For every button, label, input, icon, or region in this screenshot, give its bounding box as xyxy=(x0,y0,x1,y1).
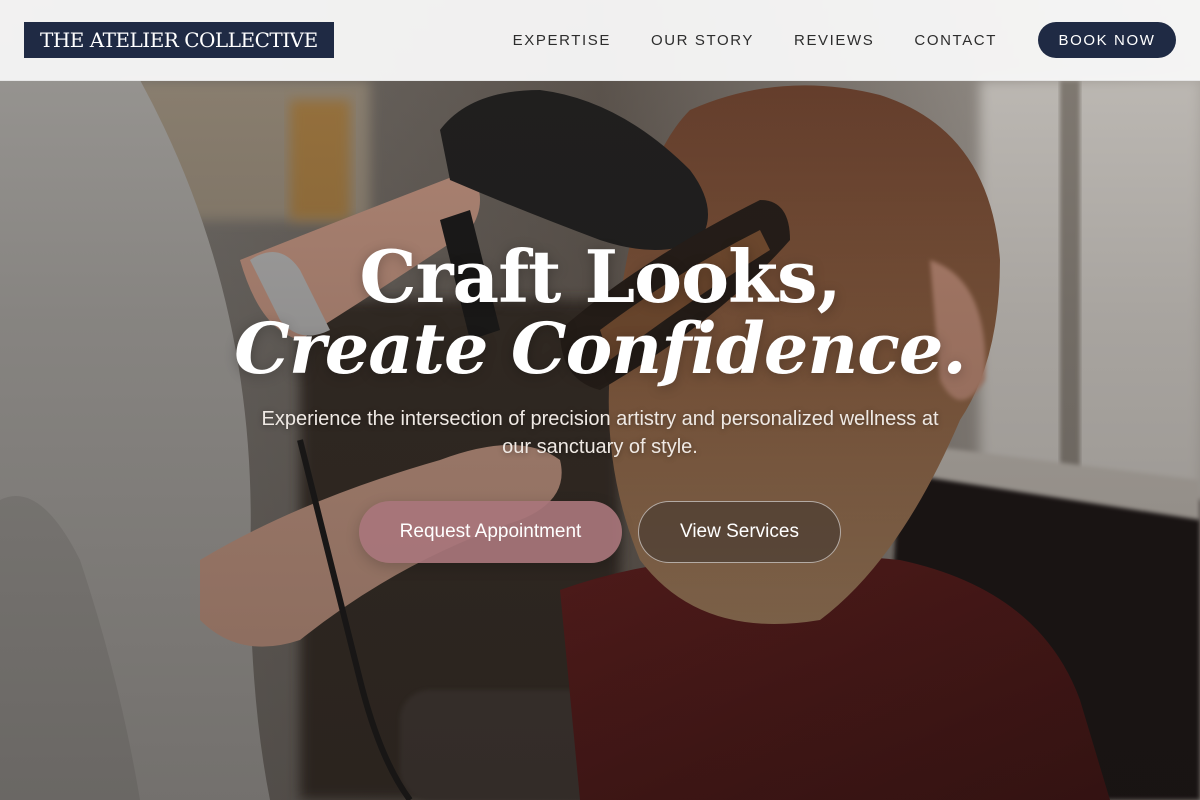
hero-section: Craft Looks, Create Confidence. Experien… xyxy=(0,0,1200,800)
landing-page: THE ATELIER COLLECTIVE EXPERTISE OUR STO… xyxy=(0,0,1200,800)
main-nav: EXPERTISE OUR STORY REVIEWS CONTACT xyxy=(513,32,997,49)
nav-link-contact[interactable]: CONTACT xyxy=(914,32,997,49)
hero-subtext: Experience the intersection of precision… xyxy=(261,408,939,458)
site-logo[interactable]: THE ATELIER COLLECTIVE xyxy=(24,22,334,58)
nav-link-our-story[interactable]: OUR STORY xyxy=(651,32,754,49)
hero-headline-line2: Create Confidence. xyxy=(234,307,967,390)
nav-link-reviews[interactable]: REVIEWS xyxy=(794,32,874,49)
request-appointment-button[interactable]: Request Appointment xyxy=(359,501,622,563)
site-header: THE ATELIER COLLECTIVE EXPERTISE OUR STO… xyxy=(0,0,1200,81)
nav-link-expertise[interactable]: EXPERTISE xyxy=(513,32,611,49)
book-now-button[interactable]: BOOK NOW xyxy=(1038,22,1176,58)
view-services-button[interactable]: View Services xyxy=(638,501,841,563)
